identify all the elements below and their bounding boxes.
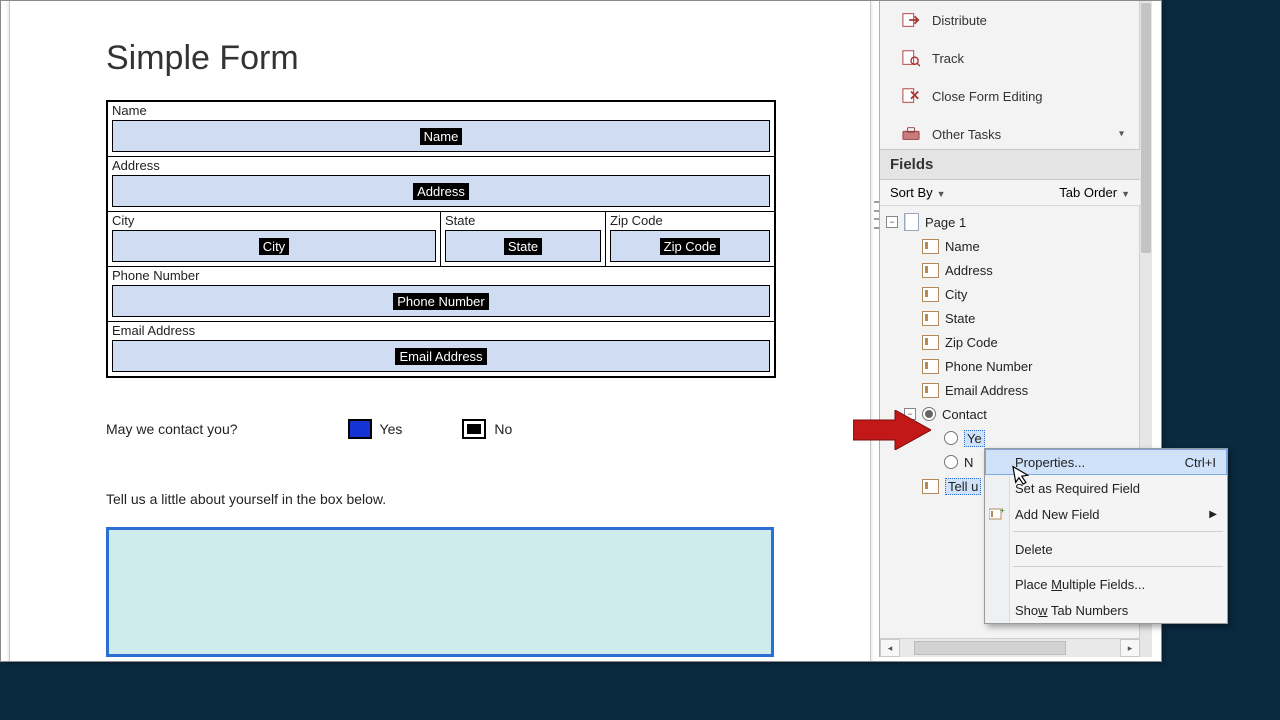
ctx-place-multiple[interactable]: Place Multiple Fields...: [985, 571, 1227, 597]
tag-city: City: [259, 238, 289, 255]
field-email[interactable]: Email Address: [112, 340, 770, 372]
tree-field-phone[interactable]: Phone Number: [886, 354, 1140, 378]
label-address: Address: [108, 157, 774, 173]
contact-question: May we contact you?: [106, 421, 238, 437]
tree-field-city[interactable]: City: [886, 282, 1140, 306]
track-icon: [902, 49, 920, 67]
field-phone[interactable]: Phone Number: [112, 285, 770, 317]
toolbox-icon: [902, 125, 920, 143]
collapse-icon[interactable]: −: [886, 216, 898, 228]
task-other-label: Other Tasks: [932, 127, 1001, 142]
tag-email: Email Address: [395, 348, 486, 365]
tag-zip: Zip Code: [660, 238, 721, 255]
field-address[interactable]: Address: [112, 175, 770, 207]
textfield-icon: [922, 263, 939, 278]
form-title: Simple Form: [106, 39, 299, 78]
radio-yes-label: Yes: [380, 421, 403, 437]
ctx-properties-shortcut: Ctrl+I: [1185, 455, 1216, 470]
page-icon: [904, 213, 919, 231]
task-track-label: Track: [932, 51, 964, 66]
task-close-form-editing[interactable]: Close Form Editing: [880, 77, 1140, 115]
textfield-icon: [922, 383, 939, 398]
label-zip: Zip Code: [606, 212, 774, 228]
submenu-arrow-icon: ▶: [1209, 509, 1217, 520]
scroll-right-button[interactable]: ▸: [1120, 639, 1140, 657]
label-state: State: [441, 212, 605, 228]
field-zip[interactable]: Zip Code: [610, 230, 770, 262]
field-state[interactable]: State: [445, 230, 601, 262]
textfield-icon: [922, 359, 939, 374]
svg-text:+: +: [1000, 507, 1005, 515]
chevron-down-icon: ▾: [1119, 129, 1124, 140]
textfield-icon: [922, 311, 939, 326]
radio-icon: [944, 431, 958, 445]
tag-name: Name: [420, 128, 463, 145]
tree-page-label: Page 1: [925, 215, 966, 230]
scroll-left-button[interactable]: ◂: [880, 639, 900, 657]
textfield-icon: [922, 479, 939, 494]
ctx-separator: [1013, 566, 1223, 567]
tab-order-button[interactable]: Tab Order▼: [1059, 185, 1130, 200]
task-other[interactable]: Other Tasks ▾: [880, 115, 1140, 153]
tree-page[interactable]: − Page 1: [886, 210, 1140, 234]
label-city: City: [108, 212, 440, 228]
radio-icon: [944, 455, 958, 469]
tell-us-label: Tell us a little about yourself in the b…: [106, 491, 386, 507]
tree-field-state[interactable]: State: [886, 306, 1140, 330]
radio-no-label: No: [494, 421, 512, 437]
ctx-show-tab-numbers[interactable]: Show Tab Numbers: [985, 597, 1227, 623]
tree-field-address[interactable]: Address: [886, 258, 1140, 282]
about-textarea[interactable]: [106, 527, 774, 657]
task-distribute[interactable]: Distribute: [880, 1, 1140, 39]
fields-section-header[interactable]: Fields: [880, 149, 1140, 180]
tree-field-email[interactable]: Email Address: [886, 378, 1140, 402]
label-name: Name: [108, 102, 774, 118]
tag-address: Address: [413, 183, 469, 200]
annotation-arrow: [853, 410, 931, 450]
textfield-icon: [922, 239, 939, 254]
fields-hscrollbar[interactable]: ◂ ▸: [880, 638, 1140, 657]
tag-phone: Phone Number: [393, 293, 488, 310]
form-fields-table: Name Name Address Address: [106, 100, 776, 378]
textfield-icon: [922, 287, 939, 302]
field-city[interactable]: City: [112, 230, 436, 262]
tag-state: State: [504, 238, 542, 255]
document-area: Simple Form Name Name Address Address: [1, 1, 879, 661]
add-field-icon: +: [989, 507, 1005, 521]
radio-yes[interactable]: Yes: [348, 419, 403, 439]
close-editing-icon: [902, 87, 920, 105]
radio-no[interactable]: No: [462, 419, 512, 439]
tree-field-zip[interactable]: Zip Code: [886, 330, 1140, 354]
textfield-icon: [922, 335, 939, 350]
radio-no-box: [462, 419, 486, 439]
tree-field-name[interactable]: Name: [886, 234, 1140, 258]
ctx-add-new-field[interactable]: + Add New Field ▶: [985, 501, 1227, 527]
ctx-separator: [1013, 531, 1223, 532]
ctx-delete[interactable]: Delete: [985, 536, 1227, 562]
task-distribute-label: Distribute: [932, 13, 987, 28]
task-track[interactable]: Track: [880, 39, 1140, 77]
contact-question-row: May we contact you? Yes No: [106, 419, 780, 439]
radio-yes-box: [348, 419, 372, 439]
sort-by-button[interactable]: Sort By▼: [890, 185, 946, 200]
label-email: Email Address: [108, 322, 774, 338]
distribute-icon: [902, 11, 920, 29]
tree-radio-yes-label: Ye: [964, 430, 985, 447]
label-phone: Phone Number: [108, 267, 774, 283]
task-close-label: Close Form Editing: [932, 89, 1043, 104]
field-name[interactable]: Name: [112, 120, 770, 152]
form-page: Simple Form Name Name Address Address: [9, 1, 871, 661]
fields-sort-bar: Sort By▼ Tab Order▼: [880, 180, 1140, 206]
